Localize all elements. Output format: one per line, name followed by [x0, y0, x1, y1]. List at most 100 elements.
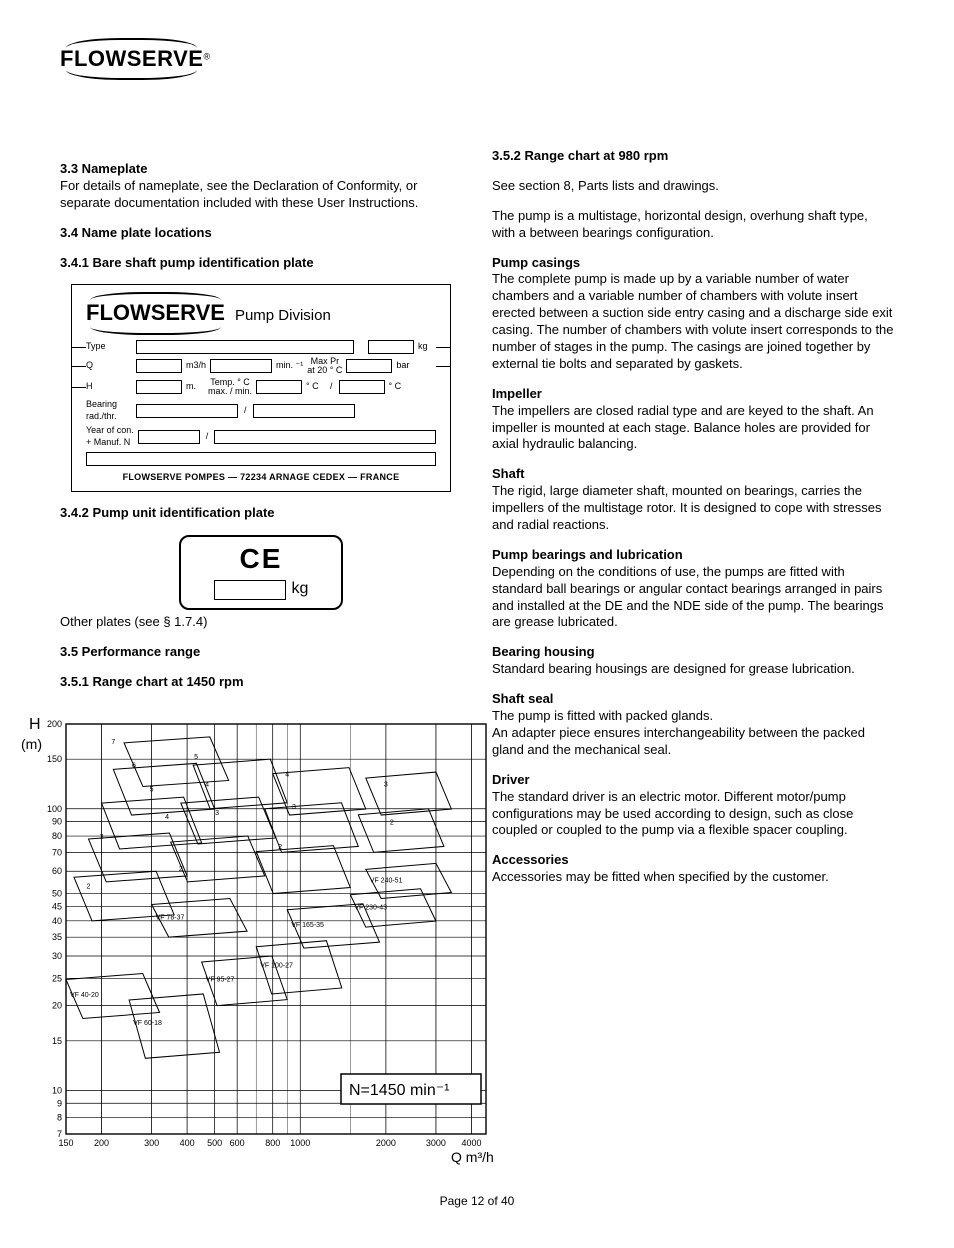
field-kg: [368, 340, 414, 354]
h-impeller: Impeller: [492, 386, 542, 401]
unit-kg: kg: [418, 341, 436, 353]
range-chart-1450: H (m) 1502003004005006008001000200030004…: [60, 704, 462, 1174]
slash-icon: /: [328, 381, 335, 393]
svg-text:80: 80: [52, 831, 62, 841]
field-year: [138, 430, 200, 444]
label-bearing: Bearing rad./thr.: [86, 399, 132, 422]
ce-weight-field: [214, 580, 286, 600]
svg-text:600: 600: [230, 1138, 245, 1148]
field-blank: [86, 452, 436, 466]
field-tmax: [256, 380, 302, 394]
field-bearing-r: [136, 404, 238, 418]
svg-text:15: 15: [52, 1036, 62, 1046]
svg-text:10: 10: [52, 1085, 62, 1095]
brand-logo: FLOWSERVE®: [60, 40, 894, 78]
h-casing: Pump casings: [492, 255, 580, 270]
svg-text:7: 7: [57, 1129, 62, 1139]
h-bearings: Pump bearings and lubrication: [492, 547, 683, 562]
svg-text:500: 500: [207, 1138, 222, 1148]
unit-bar: bar: [396, 360, 414, 372]
svg-text:2000: 2000: [376, 1138, 396, 1148]
svg-text:300: 300: [144, 1138, 159, 1148]
svg-text:1000: 1000: [290, 1138, 310, 1148]
p-accessories: Accessories may be fitted when specified…: [492, 869, 829, 884]
field-maxpr: [346, 359, 392, 373]
ce-plate: CE kg: [179, 535, 343, 610]
registered-mark: ®: [203, 52, 210, 62]
h-shaft: Shaft: [492, 466, 525, 481]
svg-text:4: 4: [165, 814, 169, 821]
ce-mark-icon: CE: [191, 545, 331, 573]
h-seal: Shaft seal: [492, 691, 553, 706]
svg-text:VF 60-18: VF 60-18: [133, 1020, 162, 1027]
svg-text:VF 78-37: VF 78-37: [156, 914, 185, 921]
svg-text:VF 95-27: VF 95-27: [206, 976, 235, 983]
section-3-4-heading: 3.4 Name plate locations: [60, 225, 462, 242]
nameplate-division: Pump Division: [235, 306, 331, 326]
svg-text:5: 5: [150, 787, 154, 794]
see-section-8: See section 8, Parts lists and drawings.: [492, 178, 894, 195]
h-housing: Bearing housing: [492, 644, 595, 659]
svg-text:60: 60: [52, 866, 62, 876]
label-h: H: [86, 381, 132, 393]
p-impeller: The impellers are closed radial type and…: [492, 403, 874, 452]
svg-text:4000: 4000: [461, 1138, 481, 1148]
svg-text:VF 100-27: VF 100-27: [260, 962, 293, 969]
svg-text:9: 9: [57, 1098, 62, 1108]
svg-text:7: 7: [111, 739, 115, 746]
p-shaft: The rigid, large diameter shaft, mounted…: [492, 483, 881, 532]
svg-text:3: 3: [292, 804, 296, 811]
svg-text:3: 3: [215, 810, 219, 817]
h-accessories: Accessories: [492, 852, 569, 867]
p-driver: The standard driver is an electric motor…: [492, 789, 853, 838]
field-h: [136, 380, 182, 394]
svg-text:4: 4: [285, 772, 289, 779]
svg-text:20: 20: [52, 1000, 62, 1010]
svg-text:2: 2: [278, 844, 282, 851]
svg-text:H: H: [29, 716, 41, 733]
other-plates-note: Other plates (see § 1.7.4): [60, 614, 462, 631]
field-type: [136, 340, 354, 354]
svg-text:50: 50: [52, 888, 62, 898]
section-3-3-text: For details of nameplate, see the Declar…: [60, 178, 418, 210]
svg-text:VF 240-51: VF 240-51: [370, 878, 403, 885]
p-seal-1: The pump is fitted with packed glands.: [492, 708, 713, 723]
svg-text:150: 150: [58, 1138, 73, 1148]
svg-text:800: 800: [265, 1138, 280, 1148]
nameplate-logo: FLOWSERVE: [86, 295, 225, 332]
svg-text:3000: 3000: [426, 1138, 446, 1148]
nameplate-footer: FLOWSERVE POMPES — 72234 ARNAGE CEDEX — …: [86, 472, 436, 484]
svg-text:4: 4: [205, 781, 209, 788]
label-q: Q: [86, 360, 132, 372]
unit-m: m.: [186, 381, 204, 393]
svg-text:90: 90: [52, 817, 62, 827]
field-rpm: [210, 359, 272, 373]
p-bearings: Depending on the conditions of use, the …: [492, 564, 883, 630]
svg-text:Q m³/h: Q m³/h: [451, 1149, 494, 1165]
svg-text:45: 45: [52, 901, 62, 911]
svg-text:2: 2: [87, 884, 91, 891]
svg-text:400: 400: [180, 1138, 195, 1148]
section-3-3-heading: 3.3 Nameplate: [60, 161, 147, 176]
svg-text:(m): (m): [21, 736, 42, 752]
section-3-5-heading: 3.5 Performance range: [60, 644, 462, 661]
svg-text:VF 165-35: VF 165-35: [291, 922, 324, 929]
unit-m3h: m3/h: [186, 360, 206, 372]
pump-nameplate: FLOWSERVE Pump Division Type kg Q m: [71, 284, 451, 492]
label-type: Type: [86, 341, 132, 353]
section-3-5-2-heading: 3.5.2 Range chart at 980 rpm: [492, 148, 894, 165]
ce-unit-kg: kg: [292, 579, 309, 600]
svg-text:5: 5: [194, 754, 198, 761]
svg-text:30: 30: [52, 951, 62, 961]
svg-text:VF 40-20: VF 40-20: [70, 992, 99, 999]
field-tmin: [339, 380, 385, 394]
svg-text:VF 230-43: VF 230-43: [354, 904, 387, 911]
label-year: Year of con. + Manuf. N: [86, 425, 134, 448]
p-housing: Standard bearing housings are designed f…: [492, 661, 855, 676]
svg-text:150: 150: [47, 754, 62, 764]
unit-min: min. ⁻¹: [276, 360, 303, 372]
svg-text:N=1450 min⁻¹: N=1450 min⁻¹: [349, 1082, 450, 1099]
svg-text:25: 25: [52, 973, 62, 983]
unit-c2: ° C: [389, 381, 407, 393]
svg-text:70: 70: [52, 847, 62, 857]
